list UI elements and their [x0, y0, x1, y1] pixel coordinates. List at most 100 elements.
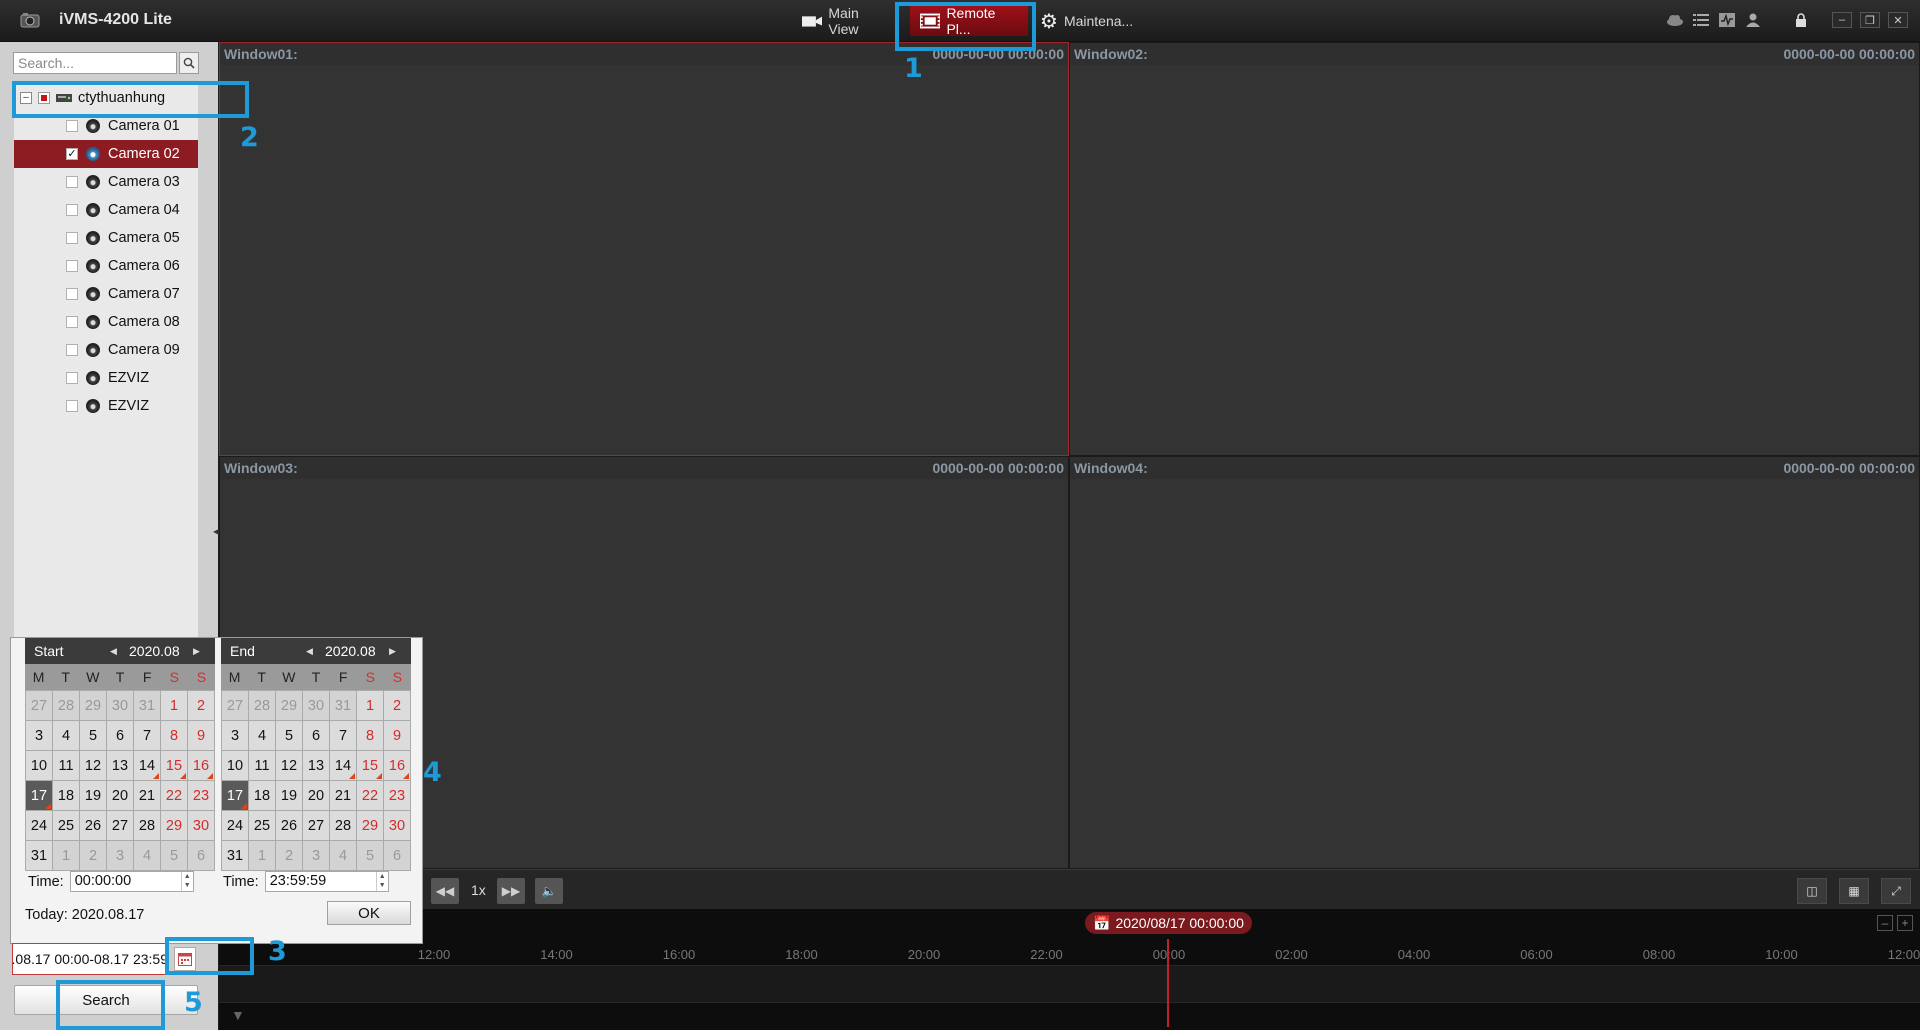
calendar-day[interactable]: 10: [222, 751, 248, 780]
speed-up-icon[interactable]: ▶▶: [497, 878, 525, 904]
calendar-day[interactable]: 6: [188, 841, 214, 870]
camera-item[interactable]: Camera 08: [14, 308, 198, 336]
calendar-day[interactable]: 10: [26, 751, 52, 780]
calendar-day[interactable]: 22: [357, 781, 383, 810]
camera-item[interactable]: Camera 09: [14, 336, 198, 364]
prev-month-icon[interactable]: ◀: [306, 646, 313, 657]
next-month-icon[interactable]: ▶: [193, 646, 200, 657]
calendar-day[interactable]: 16: [188, 751, 214, 780]
calendar-day[interactable]: 21: [330, 781, 356, 810]
calendar-day[interactable]: 17: [26, 781, 52, 810]
calendar-day[interactable]: 6: [303, 721, 329, 750]
camera-checkbox[interactable]: [66, 176, 78, 188]
calendar-day[interactable]: 1: [357, 691, 383, 720]
camera-item[interactable]: Camera 04: [14, 196, 198, 224]
calendar-day[interactable]: 27: [26, 691, 52, 720]
calendar-day[interactable]: 21: [134, 781, 160, 810]
calendar-day[interactable]: 18: [249, 781, 275, 810]
camera-checkbox[interactable]: [66, 204, 78, 216]
tab-main-view[interactable]: Main View: [792, 5, 898, 37]
calendar-day[interactable]: 31: [134, 691, 160, 720]
calendar-day[interactable]: 30: [107, 691, 133, 720]
timeline[interactable]: 📅 2020/08/17 00:00:00 – + 12:00 14:00 16:0…: [219, 909, 1920, 1030]
calendar-day[interactable]: 18: [53, 781, 79, 810]
calendar-day[interactable]: 26: [276, 811, 302, 840]
camera-item[interactable]: EZVIZ: [14, 392, 198, 420]
calendar-day[interactable]: 5: [80, 721, 106, 750]
camera-checkbox[interactable]: [66, 260, 78, 272]
calendar-day[interactable]: 28: [249, 691, 275, 720]
video-window-1[interactable]: Window01: 0000-00-00 00:00:00: [219, 42, 1069, 456]
camera-checkbox[interactable]: [66, 400, 78, 412]
calendar-day[interactable]: 2: [188, 691, 214, 720]
video-window-2[interactable]: Window02: 0000-00-00 00:00:00: [1069, 42, 1920, 456]
end-time-input[interactable]: 23:59:59 ▲ ▼: [264, 871, 389, 892]
user-icon[interactable]: [1744, 12, 1762, 28]
calendar-day[interactable]: 9: [384, 721, 410, 750]
calendar-day[interactable]: 24: [26, 811, 52, 840]
slow-down-icon[interactable]: ◀◀: [431, 878, 459, 904]
volume-icon[interactable]: 🔈: [535, 878, 563, 904]
camera-item[interactable]: Camera 07: [14, 280, 198, 308]
download-icon[interactable]: ◫: [1797, 878, 1827, 904]
calendar-day[interactable]: 7: [134, 721, 160, 750]
calendar-day[interactable]: 4: [330, 841, 356, 870]
timeline-track[interactable]: [219, 965, 1920, 1003]
calendar-day[interactable]: 3: [222, 721, 248, 750]
list-icon[interactable]: [1692, 12, 1710, 28]
calendar-day[interactable]: 19: [80, 781, 106, 810]
calendar-day[interactable]: 28: [330, 811, 356, 840]
calendar-day[interactable]: 3: [26, 721, 52, 750]
calendar-day[interactable]: 13: [107, 751, 133, 780]
calendar-day[interactable]: 26: [80, 811, 106, 840]
calendar-day[interactable]: 20: [303, 781, 329, 810]
minimize-button[interactable]: –: [1832, 12, 1852, 28]
restore-button[interactable]: ❐: [1860, 12, 1880, 28]
calendar-day[interactable]: 16: [384, 751, 410, 780]
calendar-day[interactable]: 29: [357, 811, 383, 840]
calendar-day[interactable]: 8: [161, 721, 187, 750]
start-time-input[interactable]: 00:00:00 ▲ ▼: [69, 871, 194, 892]
calendar-day[interactable]: 11: [249, 751, 275, 780]
calendar-day[interactable]: 27: [303, 811, 329, 840]
calendar-day[interactable]: 29: [161, 811, 187, 840]
calendar-day[interactable]: 15: [161, 751, 187, 780]
video-window-4[interactable]: Window04: 0000-00-00 00:00:00: [1069, 456, 1920, 869]
calendar-day[interactable]: 20: [107, 781, 133, 810]
window-layout-icon[interactable]: ▦: [1839, 878, 1869, 904]
calendar-day[interactable]: 1: [249, 841, 275, 870]
tab-maintenance[interactable]: ⚙ Maintena...: [1030, 6, 1150, 36]
camera-checkbox[interactable]: ✓: [66, 148, 78, 160]
monitor-icon[interactable]: [1718, 12, 1736, 28]
fullscreen-icon[interactable]: ⤢: [1881, 878, 1911, 904]
calendar-day[interactable]: 1: [161, 691, 187, 720]
calendar-day[interactable]: 31: [222, 841, 248, 870]
cloud-icon[interactable]: [1666, 12, 1684, 28]
panel-collapse-icon[interactable]: ◀: [213, 527, 219, 541]
camera-checkbox[interactable]: [66, 344, 78, 356]
camera-item[interactable]: EZVIZ: [14, 364, 198, 392]
prev-month-icon[interactable]: ◀: [110, 646, 117, 657]
zoom-in-icon[interactable]: +: [1897, 915, 1913, 931]
calendar-day[interactable]: 6: [107, 721, 133, 750]
calendar-day[interactable]: 12: [80, 751, 106, 780]
calendar-day[interactable]: 31: [26, 841, 52, 870]
ok-button[interactable]: OK: [327, 901, 411, 925]
camera-item[interactable]: Camera 05: [14, 224, 198, 252]
lock-icon[interactable]: [1792, 12, 1810, 28]
calendar-day[interactable]: 1: [53, 841, 79, 870]
calendar-day[interactable]: 17: [222, 781, 248, 810]
camera-item[interactable]: ✓ Camera 02: [14, 140, 198, 168]
calendar-day[interactable]: 23: [188, 781, 214, 810]
calendar-day[interactable]: 2: [80, 841, 106, 870]
camera-item[interactable]: Camera 06: [14, 252, 198, 280]
camera-checkbox[interactable]: [66, 288, 78, 300]
camera-item[interactable]: Camera 03: [14, 168, 198, 196]
calendar-day[interactable]: 2: [276, 841, 302, 870]
calendar-day[interactable]: 9: [188, 721, 214, 750]
calendar-day[interactable]: 5: [357, 841, 383, 870]
calendar-day[interactable]: 25: [53, 811, 79, 840]
search-input[interactable]: Search...: [13, 52, 177, 74]
camera-checkbox[interactable]: [66, 120, 78, 132]
calendar-day[interactable]: 27: [222, 691, 248, 720]
